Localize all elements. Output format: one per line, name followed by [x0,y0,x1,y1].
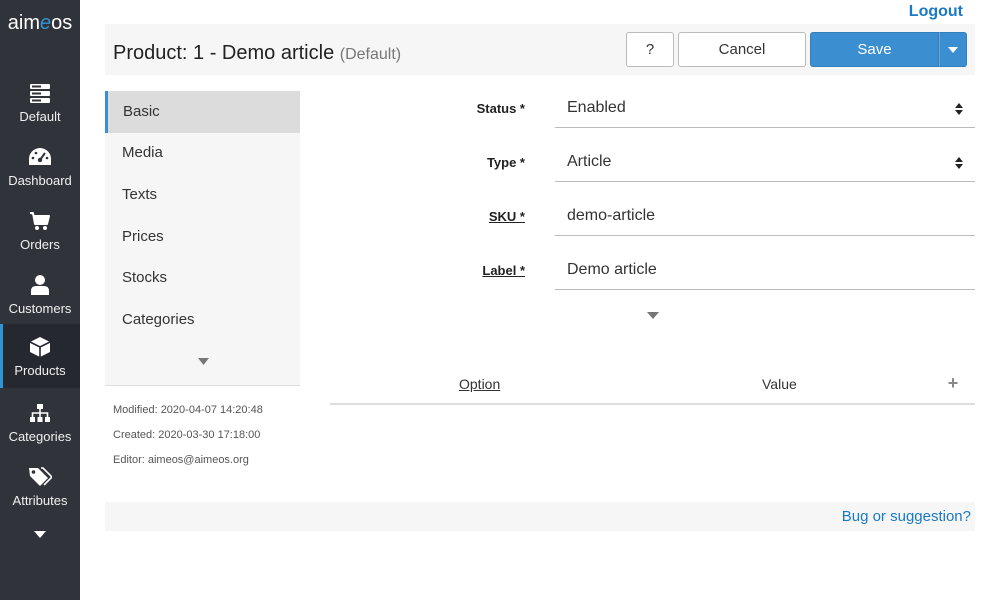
type-label: Type * [486,155,525,170]
cube-icon [0,336,80,358]
save-options-toggle[interactable] [939,32,967,67]
page-header: Product: 1 - Demo article (Default) ? Ca… [105,24,975,75]
sidebar-more-button[interactable] [0,522,80,546]
tab-basic[interactable]: Basic [105,91,300,133]
save-button[interactable]: Save [810,32,939,67]
select-arrows-icon [955,103,963,115]
page-title: Product: 1 - Demo article (Default) [113,42,401,65]
sidebar-item-label: Customers [8,301,72,316]
server-icon [0,82,80,104]
page-footer: Bug or suggestion? [105,502,975,531]
sidebar-item-default[interactable]: Default [0,70,80,134]
sidebar-item-orders[interactable]: Orders [0,198,80,262]
sidebar: aimeos Default Dashboard Orders Customer… [0,0,80,600]
status-label: Status * [476,101,525,116]
shopping-cart-icon [0,210,80,232]
sku-label: SKU * [488,209,525,224]
sidebar-item-label: Categories [8,429,72,444]
config-table-header: Option Value + [330,364,975,405]
bug-report-link[interactable]: Bug or suggestion? [842,508,971,525]
tab-categories[interactable]: Categories [105,299,300,341]
sidebar-item-label: Attributes [12,493,68,508]
sidebar-item-label: Orders [20,237,60,252]
label-input[interactable]: Demo article [555,252,975,290]
add-icon[interactable]: + [945,374,961,392]
user-icon [0,274,80,296]
cancel-button[interactable]: Cancel [678,32,806,67]
sku-value: demo-article [567,207,656,224]
advanced-fields-toggle[interactable] [646,310,660,320]
dashboard-gauge-icon [0,146,80,168]
tab-texts[interactable]: Texts [105,174,300,216]
label-label: Label * [482,263,525,278]
sidebar-item-categories[interactable]: Categories [0,390,80,454]
option-column-header[interactable]: Option [459,376,500,392]
sidebar-item-attributes[interactable]: Attributes [0,454,80,518]
caret-down-icon [197,357,209,365]
caret-down-icon [948,46,958,53]
created-info: Created: 2020-03-30 17:18:00 [113,429,261,441]
logout-link[interactable]: Logout [909,3,963,21]
status-select[interactable]: Enabled [555,90,975,128]
sidebar-item-dashboard[interactable]: Dashboard [0,134,80,198]
item-tabs: Basic Media Texts Prices Stocks Categori… [105,91,300,386]
product-title: Product: 1 - Demo article [113,42,335,64]
label-value: Demo article [567,261,657,278]
select-arrows-icon [955,157,963,169]
type-select[interactable]: Article [555,144,975,182]
sidebar-item-products[interactable]: Products [0,324,80,388]
modified-info: Modified: 2020-04-07 14:20:48 [113,404,263,416]
sidebar-item-customers[interactable]: Customers [0,262,80,326]
tags-icon [0,466,80,488]
caret-down-icon [34,530,46,538]
help-button[interactable]: ? [626,32,674,67]
tab-stocks[interactable]: Stocks [105,257,300,299]
status-value: Enabled [567,99,626,116]
sku-input[interactable]: demo-article [555,198,975,236]
editor-info: Editor: aimeos@aimeos.org [113,454,249,466]
aimeos-logo[interactable]: aimeos [0,12,80,35]
sidebar-item-label: Products [14,363,66,378]
sidebar-item-label: Dashboard [8,173,72,188]
site-label: (Default) [339,46,402,63]
value-column-header: Value [762,376,797,392]
tab-media[interactable]: Media [105,132,300,174]
sidebar-item-label: Default [19,109,61,124]
caret-down-icon [647,311,659,319]
tab-prices[interactable]: Prices [105,216,300,258]
type-value: Article [567,153,612,170]
sitemap-icon [0,402,80,424]
tabs-more-button[interactable] [195,353,211,369]
